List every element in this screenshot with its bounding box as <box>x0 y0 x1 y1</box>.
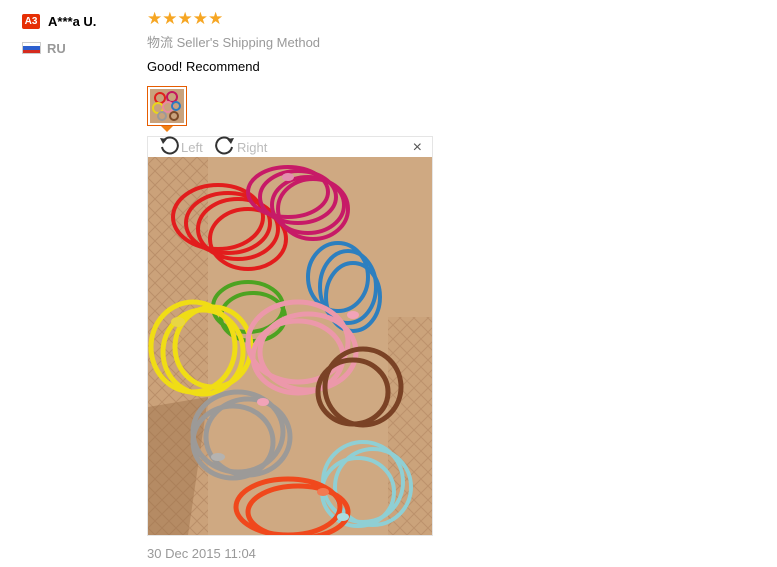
country-row: RU <box>22 40 132 56</box>
rotate-right-label: Right <box>237 139 268 155</box>
country-code: RU <box>47 40 66 56</box>
rotate-right-button[interactable]: Right <box>214 135 268 160</box>
rotate-left-label: Left <box>181 139 203 155</box>
star-icon: ★ <box>147 9 163 28</box>
russia-flag-icon <box>22 42 41 54</box>
level-badge: A3 <box>22 13 40 29</box>
review-date: 30 Dec 2015 11:04 <box>147 546 256 561</box>
star-icon: ★ <box>192 9 208 28</box>
review-photo <box>148 157 432 535</box>
photo-thumbnail[interactable] <box>147 86 187 126</box>
shipping-prefix: 物流 <box>147 35 174 50</box>
rotate-left-icon <box>158 135 180 160</box>
rotate-left-button[interactable]: Left <box>158 135 203 160</box>
star-icon: ★ <box>162 9 178 28</box>
photo-viewer: Left Right × <box>147 135 433 536</box>
rotate-right-icon <box>214 135 236 160</box>
star-rating: ★ ★ ★ ★ ★ <box>147 10 747 28</box>
user-name: A***a U. <box>48 13 97 29</box>
review-content: ★ ★ ★ ★ ★ 物流 Seller's Shipping Method Go… <box>147 10 747 561</box>
star-icon: ★ <box>208 9 224 28</box>
star-icon: ★ <box>177 9 193 28</box>
review-text: Good! Recommend <box>147 59 260 74</box>
viewer-toolbar: Left Right × <box>148 135 432 160</box>
close-icon[interactable]: × <box>413 139 422 157</box>
shipping-method: 物流 Seller's Shipping Method <box>147 34 747 52</box>
user-row: A3 A***a U. <box>22 12 132 30</box>
shipping-method-text: Seller's Shipping Method <box>176 35 321 50</box>
thumbnail-pointer <box>161 126 173 132</box>
reviewer-info: A3 A***a U. RU <box>22 12 132 56</box>
